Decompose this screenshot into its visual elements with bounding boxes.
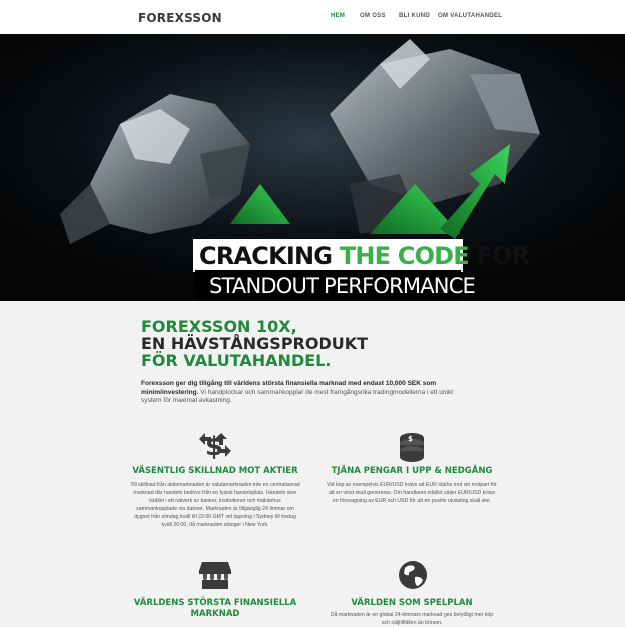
nav-item-om-valutahandel[interactable]: OM VALUTAHANDEL xyxy=(438,13,502,19)
hero-headline-part3: FOR xyxy=(468,242,530,270)
hero-headline-part1: CRACKING xyxy=(199,242,340,270)
feature-4: VÄRLDEN SOM SPELPLAN Då marknaden är en … xyxy=(326,598,498,627)
feature-3: VÄRLDENS STÖRSTA FINANSIELLA MARKNAD xyxy=(129,598,301,620)
nav-item-om-oss[interactable]: OM OSS xyxy=(360,13,386,19)
feature-2-body: Vid köp av exempelvis EUR/USD krävs att … xyxy=(327,482,497,504)
feature-1: VÄSENTLIG SKILLNAD MOT AKTIER Till skill… xyxy=(129,466,301,529)
feature-1-title: VÄSENTLIG SKILLNAD MOT AKTIER xyxy=(132,466,298,476)
hero-banner: CRACKING THE CODE FOR STANDOUT PERFORMAN… xyxy=(0,34,625,301)
globe-icon xyxy=(399,561,427,589)
product-title-line3: FÖR VALUTAHANDEL. xyxy=(141,351,332,370)
feature-2: TJÄNA PENGAR I UPP & NEDGÅNG Vid köp av … xyxy=(326,466,498,505)
feature-2-title: TJÄNA PENGAR I UPP & NEDGÅNG xyxy=(331,466,493,476)
storefront-icon xyxy=(199,562,231,589)
feature-4-title: VÄRLDEN SOM SPELPLAN xyxy=(351,598,473,608)
hero-headline: CRACKING THE CODE FOR xyxy=(199,242,530,270)
feature-1-body: Till skillnad från aktiemarknaden är val… xyxy=(130,482,300,528)
dollar-exchange-icon: $ xyxy=(199,432,231,461)
main-nav: HEM OM OSS BLI KUND OM VALUTAHANDEL xyxy=(0,13,625,25)
hero-headline-accent: THE CODE xyxy=(339,242,470,270)
site-header: FOREXSSON HEM OM OSS BLI KUND OM VALUTAH… xyxy=(0,0,625,34)
product-title-line2: EN HÄVSTÅNGSPRODUKT xyxy=(141,334,369,353)
product-title-line1: FOREXSSON 10X, xyxy=(141,317,297,336)
feature-3-title: VÄRLDENS STÖRSTA FINANSIELLA MARKNAD xyxy=(133,598,297,619)
product-intro: Forexsson ger dig tillgång till världens… xyxy=(141,380,466,406)
coins-icon: $ xyxy=(400,433,424,462)
nav-item-bli-kund[interactable]: BLI KUND xyxy=(399,13,430,19)
nav-item-hem[interactable]: HEM xyxy=(331,13,345,19)
svg-text:$: $ xyxy=(408,435,413,443)
hero-subheadline: STANDOUT PERFORMANCE xyxy=(209,274,476,298)
product-title: FOREXSSON 10X, EN HÄVSTÅNGSPRODUKT FÖR V… xyxy=(141,318,368,369)
